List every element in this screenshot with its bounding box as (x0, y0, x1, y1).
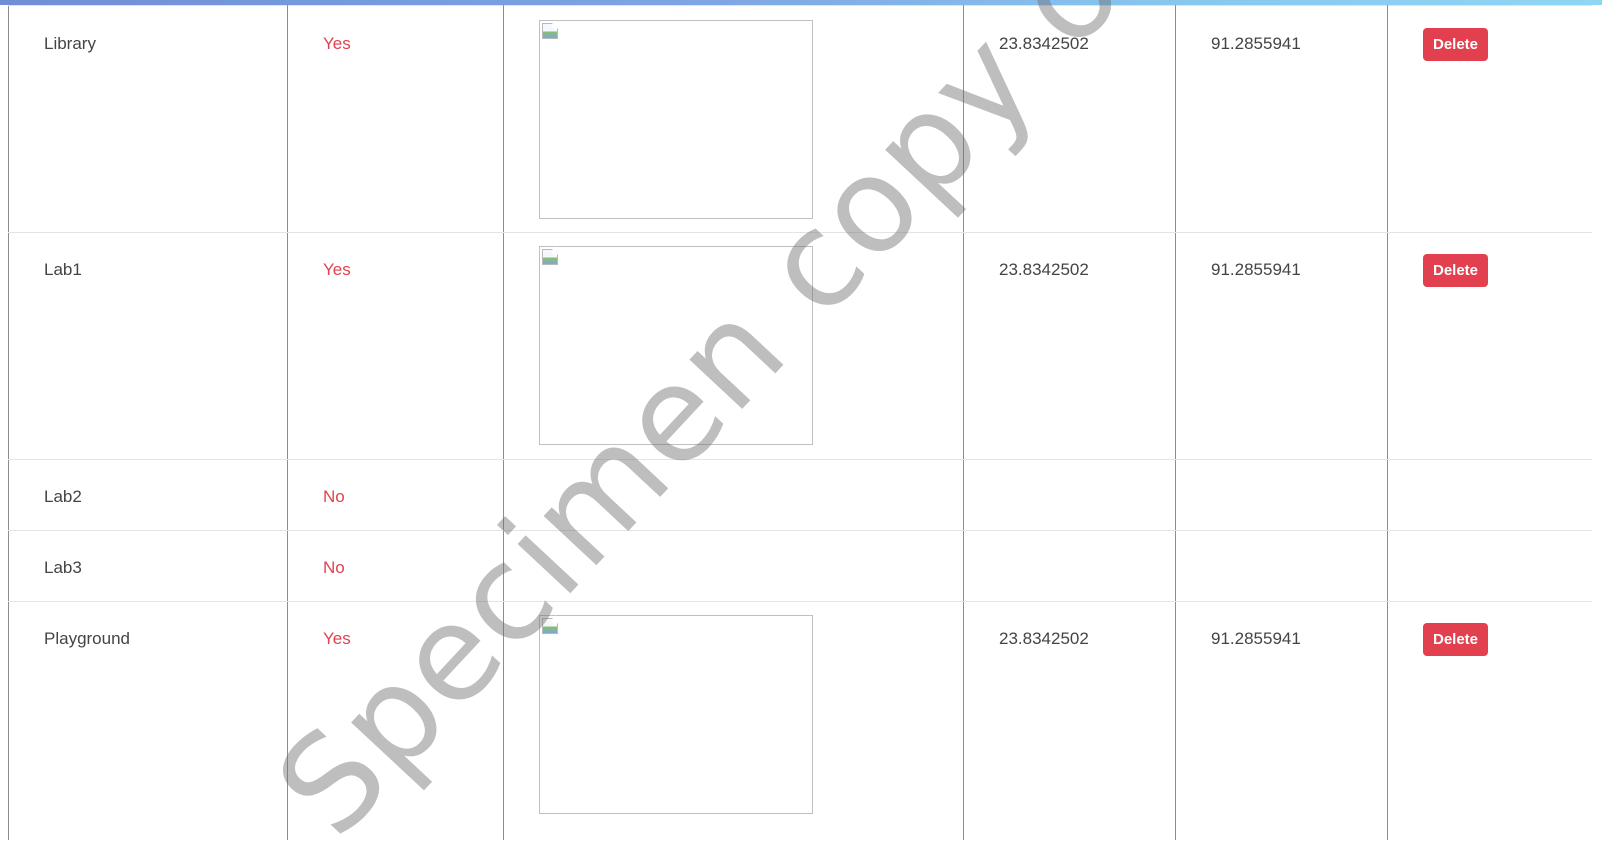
latitude-cell: 23.8342502 (963, 601, 1176, 840)
status-value: No (323, 487, 345, 506)
status-cell: No (287, 459, 504, 531)
table-row: Lab1 Yes 23.8342502 91.2855941 Delete (8, 232, 1592, 460)
location-name-cell: Lab2 (8, 459, 288, 531)
longitude-cell (1175, 459, 1388, 531)
table-row: Lab2 No (8, 459, 1592, 531)
broken-image-icon (542, 23, 558, 39)
longitude-value: 91.2855941 (1211, 629, 1301, 648)
longitude-cell: 91.2855941 (1175, 601, 1388, 840)
image-cell (503, 232, 964, 460)
status-value: Yes (323, 260, 351, 279)
locations-table: Library Yes 23.8342502 91.2855941 Delete… (8, 5, 1592, 840)
status-value: Yes (323, 629, 351, 648)
status-cell: Yes (287, 232, 504, 460)
location-name: Lab2 (44, 487, 82, 506)
latitude-value: 23.8342502 (999, 629, 1089, 648)
status-cell: Yes (287, 5, 504, 233)
location-name-cell: Lab1 (8, 232, 288, 460)
image-cell (503, 5, 964, 233)
action-cell: Delete (1387, 601, 1592, 840)
location-name: Lab1 (44, 260, 82, 279)
longitude-value: 91.2855941 (1211, 34, 1301, 53)
delete-button[interactable]: Delete (1423, 28, 1489, 61)
location-name: Lab3 (44, 558, 82, 577)
status-value: Yes (323, 34, 351, 53)
action-cell (1387, 530, 1592, 602)
delete-button[interactable]: Delete (1423, 254, 1489, 287)
broken-image-icon (542, 249, 558, 265)
locations-table-container: Library Yes 23.8342502 91.2855941 Delete… (8, 5, 1592, 840)
latitude-cell: 23.8342502 (963, 232, 1176, 460)
location-name: Library (44, 34, 96, 53)
delete-button[interactable]: Delete (1423, 623, 1489, 656)
location-name-cell: Lab3 (8, 530, 288, 602)
longitude-cell: 91.2855941 (1175, 232, 1388, 460)
latitude-value: 23.8342502 (999, 260, 1089, 279)
latitude-cell (963, 459, 1176, 531)
latitude-cell (963, 530, 1176, 602)
location-name-cell: Library (8, 5, 288, 233)
latitude-value: 23.8342502 (999, 34, 1089, 53)
table-row: Library Yes 23.8342502 91.2855941 Delete (8, 5, 1592, 233)
location-image (539, 246, 813, 445)
location-image (539, 20, 813, 219)
location-image (539, 615, 813, 814)
broken-image-icon (542, 618, 558, 634)
latitude-cell: 23.8342502 (963, 5, 1176, 233)
action-cell: Delete (1387, 232, 1592, 460)
image-cell (503, 459, 964, 531)
image-cell (503, 601, 964, 840)
image-cell (503, 530, 964, 602)
status-value: No (323, 558, 345, 577)
longitude-value: 91.2855941 (1211, 260, 1301, 279)
status-cell: No (287, 530, 504, 602)
location-name: Playground (44, 629, 131, 648)
action-cell (1387, 459, 1592, 531)
longitude-cell: 91.2855941 (1175, 5, 1388, 233)
status-cell: Yes (287, 601, 504, 840)
location-name-cell: Playground (8, 601, 288, 840)
longitude-cell (1175, 530, 1388, 602)
action-cell: Delete (1387, 5, 1592, 233)
table-row: Lab3 No (8, 530, 1592, 602)
table-row: Playground Yes 23.8342502 91.2855941 Del… (8, 601, 1592, 840)
